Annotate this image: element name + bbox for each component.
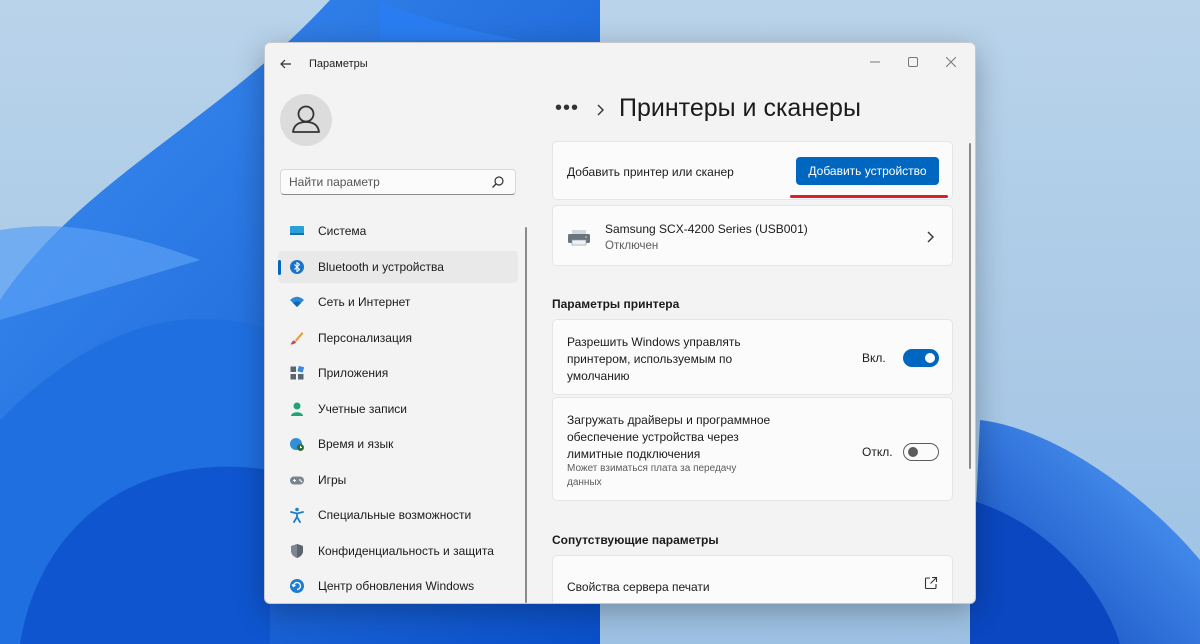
printer-card[interactable]: Samsung SCX-4200 Series (USB001) Отключе… <box>552 205 953 266</box>
sidebar-item-system[interactable]: Система <box>278 215 518 247</box>
sidebar-item-label: Сеть и Интернет <box>318 295 411 309</box>
add-device-label: Добавить принтер или сканер <box>567 165 734 179</box>
metered-download-note: данных <box>567 477 602 488</box>
monitor-icon <box>290 226 304 235</box>
sidebar-item-label: Игры <box>318 472 347 487</box>
printer-name: Samsung SCX-4200 Series (USB001) <box>605 222 808 236</box>
metered-download-line: обеспечение устройства через <box>567 430 739 444</box>
minimize-icon <box>870 61 880 63</box>
content-scrollbar[interactable] <box>969 143 971 469</box>
search-input[interactable] <box>289 174 489 190</box>
sidebar-item-accessibility[interactable]: Специальные возможности <box>278 499 518 531</box>
sidebar-item-label: Время и язык <box>318 437 394 451</box>
arrow-left-icon <box>280 59 291 69</box>
related-settings-heading: Сопутствующие параметры <box>552 533 719 547</box>
globe-clock-icon <box>290 438 304 451</box>
minimize-button[interactable] <box>857 49 893 75</box>
print-server-card[interactable]: Свойства сервера печати <box>552 555 953 603</box>
sidebar-item-accounts[interactable]: Учетные записи <box>278 393 518 425</box>
sidebar-item-privacy[interactable]: Конфиденциальность и защита <box>278 535 518 567</box>
sidebar-scrollbar[interactable] <box>525 227 527 603</box>
search-box[interactable] <box>280 169 516 195</box>
sidebar-item-network[interactable]: Сеть и Интернет <box>278 286 518 318</box>
shield-icon <box>291 543 303 558</box>
external-link-icon <box>924 576 938 590</box>
printer-status: Отключен <box>605 240 659 252</box>
manage-default-state: Вкл. <box>862 351 886 365</box>
toggle-knob <box>908 447 918 457</box>
toggle-knob <box>925 353 935 363</box>
breadcrumb-more[interactable]: ••• <box>555 97 579 120</box>
gamepad-icon <box>290 476 304 484</box>
sidebar-item-gaming[interactable]: Игры <box>278 464 518 496</box>
sidebar-item-label: Специальные возможности <box>318 508 472 522</box>
sidebar-item-bluetooth[interactable]: Bluetooth и устройства <box>278 250 518 283</box>
sidebar-item-time-language[interactable]: Время и язык <box>278 428 518 460</box>
title-bar: Параметры <box>265 43 975 85</box>
metered-download-line: Загружать драйверы и программное <box>567 413 771 427</box>
chevron-right-icon <box>927 231 934 243</box>
maximize-icon <box>908 57 918 67</box>
manage-default-toggle[interactable] <box>903 349 939 367</box>
metered-download-note: Может взиматься плата за передачу <box>567 463 737 474</box>
printer-settings-heading: Параметры принтера <box>552 297 680 311</box>
add-device-card: Добавить принтер или сканер Добавить уст… <box>552 141 953 200</box>
brush-icon <box>290 331 304 344</box>
highlight-underline <box>790 195 948 198</box>
add-device-button[interactable]: Добавить устройство <box>796 157 939 185</box>
chevron-right-icon <box>597 104 604 116</box>
maximize-button[interactable] <box>895 49 931 75</box>
page-title: Принтеры и сканеры <box>619 94 861 122</box>
apps-icon <box>290 365 305 380</box>
sidebar-nav: Система Bluetooth и устройства Сеть и Ин… <box>278 215 518 603</box>
active-indicator <box>278 259 281 275</box>
manage-default-printer-card: Разрешить Windows управлять принтером, и… <box>552 319 953 395</box>
metered-download-line: лимитные подключения <box>567 447 701 461</box>
metered-download-state: Откл. <box>862 445 893 459</box>
sidebar-item-label: Персонализация <box>318 330 413 345</box>
sidebar-item-windows-update[interactable]: Центр обновления Windows <box>278 570 518 602</box>
sidebar-item-apps[interactable]: Приложения <box>278 357 518 389</box>
manage-default-line: умолчанию <box>567 369 630 383</box>
user-icon <box>292 105 320 133</box>
close-button[interactable] <box>933 49 969 75</box>
sidebar-item-label: Система <box>318 224 367 238</box>
print-server-label: Свойства сервера печати <box>567 580 710 594</box>
sidebar-item-label: Приложения <box>318 366 389 380</box>
settings-window: Параметры Система <box>264 42 976 604</box>
metered-download-toggle[interactable] <box>903 443 939 461</box>
sidebar-item-label: Конфиденциальность и защита <box>318 543 494 558</box>
sidebar-item-label: Bluetooth и устройства <box>318 259 444 274</box>
sidebar-item-label: Учетные записи <box>318 401 407 416</box>
sidebar-item-personalization[interactable]: Персонализация <box>278 322 518 354</box>
avatar[interactable] <box>280 94 332 146</box>
metered-download-card: Загружать драйверы и программное обеспеч… <box>552 397 953 501</box>
person-icon <box>291 402 303 416</box>
accessibility-icon <box>290 507 304 523</box>
manage-default-line: принтером, используемым по <box>567 352 733 366</box>
sidebar-item-label: Центр обновления Windows <box>318 579 475 593</box>
search-icon[interactable] <box>491 175 505 189</box>
printer-icon <box>568 230 590 246</box>
bluetooth-icon <box>290 259 304 274</box>
wifi-icon <box>290 296 304 307</box>
manage-default-line: Разрешить Windows управлять <box>567 335 741 349</box>
close-icon <box>945 56 957 68</box>
app-title: Параметры <box>309 58 368 70</box>
update-icon <box>290 579 304 593</box>
back-button[interactable] <box>277 55 295 73</box>
